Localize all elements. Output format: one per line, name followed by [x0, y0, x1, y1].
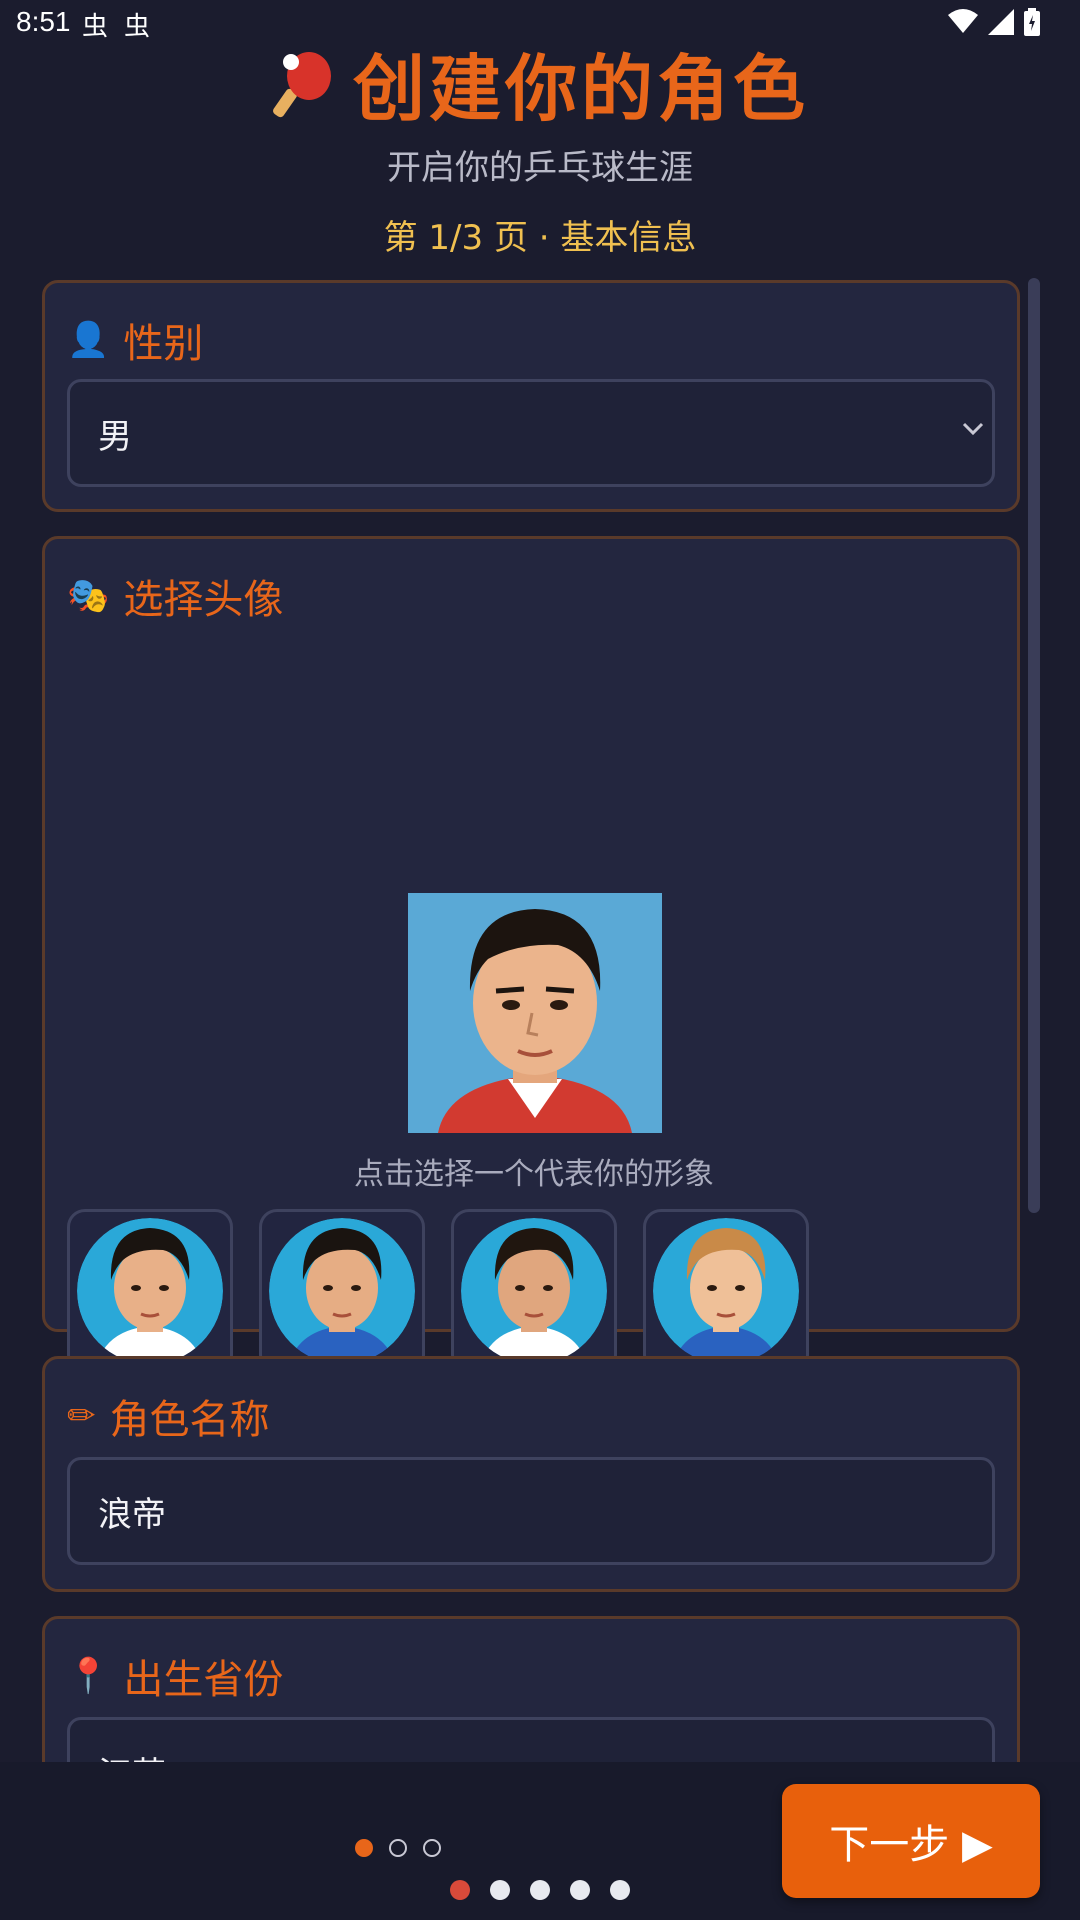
- avatar-option-image: [77, 1218, 223, 1364]
- province-heading: 📍 出生省份: [67, 1647, 283, 1705]
- page-dot[interactable]: [490, 1880, 510, 1900]
- avatar-option[interactable]: [451, 1209, 617, 1373]
- page-subtitle: 开启你的乒乓球生涯: [387, 148, 693, 188]
- page-dot[interactable]: [570, 1880, 590, 1900]
- name-label: 角色名称: [109, 1397, 270, 1443]
- location-pin-icon: 📍: [67, 1656, 110, 1696]
- page-dot[interactable]: [530, 1880, 550, 1900]
- gender-value: 男: [98, 416, 132, 457]
- ping-pong-paddle-icon: [273, 51, 331, 117]
- gender-select[interactable]: 男: [67, 379, 995, 487]
- avatar-card: 🎭 选择头像 点击选择一个代表你的形象: [42, 536, 1020, 1565]
- gender-label: 性别: [123, 321, 204, 367]
- step-dot: [423, 1839, 441, 1857]
- step-indicator: [355, 1839, 441, 1857]
- next-button-label: 下一步 ▶: [829, 1822, 993, 1868]
- scrollbar[interactable]: [1028, 278, 1040, 1213]
- province-card: 📍 出生省份 江苏: [42, 1616, 1020, 1762]
- avatar-preview-image: [408, 893, 662, 1133]
- page-title: 创建你的角色: [352, 47, 809, 131]
- page-header: 创建你的角色: [0, 30, 1080, 135]
- province-select[interactable]: 江苏: [67, 1717, 995, 1762]
- chevron-down-icon: [962, 422, 984, 436]
- page-progress-label: 第 1/3 页 · 基本信息: [383, 218, 697, 258]
- page-dot[interactable]: [450, 1880, 470, 1900]
- name-input[interactable]: 浪帝: [67, 1457, 995, 1565]
- gender-card: 👤 性别 男: [42, 280, 1020, 512]
- avatar-hint: 点击选择一个代表你的形象: [354, 1157, 714, 1192]
- form-scroll-area[interactable]: 👤 性别 男 🎭 选择头像 点击选择一个代表你的形象 ✏ 角色名称 浪帝 📍 出…: [0, 278, 1080, 1762]
- theater-masks-icon: 🎭: [67, 576, 110, 616]
- page-dot[interactable]: [610, 1880, 630, 1900]
- avatar-label: 选择头像: [123, 577, 284, 623]
- avatar-preview: [408, 893, 662, 1133]
- avatar-option[interactable]: [259, 1209, 425, 1373]
- avatar-option-image: [653, 1218, 799, 1364]
- page-title-row: 创建你的角色: [271, 30, 809, 135]
- avatar-option[interactable]: [67, 1209, 233, 1373]
- province-value: 江苏: [98, 1747, 166, 1763]
- province-label: 出生省份: [123, 1657, 284, 1703]
- avatar-option[interactable]: [643, 1209, 809, 1373]
- name-heading: ✏ 角色名称: [67, 1387, 270, 1445]
- page-dots: [450, 1880, 630, 1900]
- gender-heading: 👤 性别: [67, 311, 203, 369]
- avatar-option-image: [269, 1218, 415, 1364]
- avatar-option-image: [461, 1218, 607, 1364]
- pencil-icon: ✏: [67, 1396, 96, 1436]
- name-card: ✏ 角色名称 浪帝: [42, 1356, 1020, 1592]
- avatar-heading: 🎭 选择头像: [67, 567, 283, 625]
- next-button[interactable]: 下一步 ▶: [782, 1784, 1040, 1898]
- step-dot: [389, 1839, 407, 1857]
- person-icon: 👤: [67, 320, 110, 360]
- name-value: 浪帝: [98, 1494, 166, 1535]
- step-dot: [355, 1839, 373, 1857]
